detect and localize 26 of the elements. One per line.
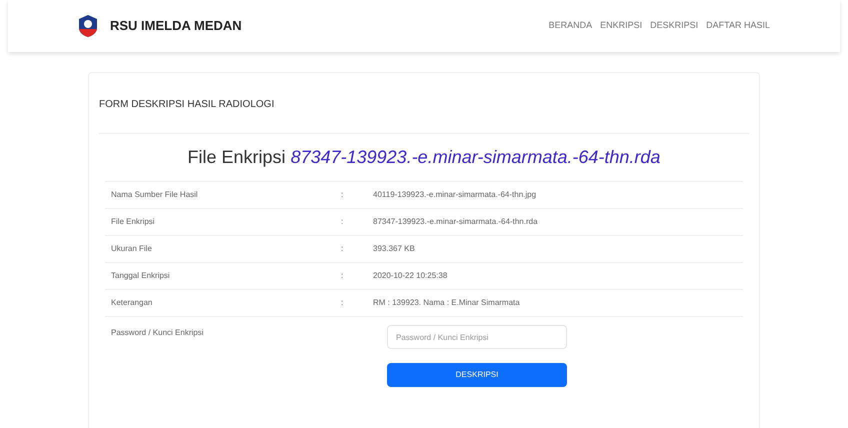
password-label: Password / Kunci Enkripsi: [110, 327, 204, 339]
nav-link[interactable]: BERANDA: [548, 19, 592, 33]
row-separator: :: [341, 297, 344, 309]
row-separator: :: [341, 243, 344, 255]
row-value: 40119-139923.-e.minar-simarmata.-64-thn.jpg: [373, 189, 536, 201]
decrypt-button[interactable]: DESKRIPSI: [387, 363, 567, 387]
row-label: Tanggal Enkripsi: [110, 270, 171, 282]
brand-name: RSU IMELDA MEDAN: [110, 17, 242, 36]
row-value: 87347-139923.-e.minar-simarmata.-64-thn.rda: [373, 216, 538, 228]
row-separator: :: [341, 270, 344, 282]
nav-link[interactable]: ENKRIPSI: [600, 19, 642, 33]
form-header: FORM DESKRIPSI HASIL RADIOLOGI: [99, 99, 274, 110]
file-title: File Enkripsi 87347-139923.-e.minar-simarmata.-64-thn.rda: [188, 146, 660, 169]
nav-link[interactable]: DESKRIPSI: [650, 19, 698, 33]
row-label: Ukuran File: [110, 243, 153, 255]
row-value: RM : 139923. Nama : E.Minar Simarmata: [373, 297, 520, 309]
row-value: 2020-10-22 10:25:38: [373, 270, 448, 282]
row-label: File Enkripsi: [110, 216, 156, 228]
row-separator: :: [341, 189, 344, 201]
password-field[interactable]: Password / Kunci Enkripsi: [387, 325, 567, 349]
row-label: Keterangan: [110, 297, 154, 309]
nav-link[interactable]: DAFTAR HASIL: [706, 19, 770, 33]
row-separator: :: [341, 216, 344, 228]
row-value: 393.367 KB: [373, 243, 415, 255]
logo-icon: [78, 14, 98, 38]
row-label: Nama Sumber File Hasil: [110, 189, 199, 201]
